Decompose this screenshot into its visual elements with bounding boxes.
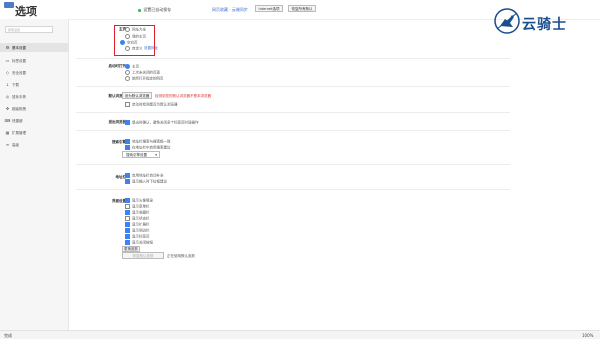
startup-option-1[interactable]: 主页 bbox=[125, 64, 139, 70]
sidebar bbox=[0, 19, 69, 330]
autocomplete-check[interactable]: 启用地址栏自动补全 bbox=[125, 173, 164, 179]
search-suggest-check[interactable]: 在地址栏中启用搜索建议 bbox=[125, 145, 171, 151]
divider bbox=[76, 58, 510, 59]
highlight-box bbox=[114, 25, 155, 56]
exit-confirm-check[interactable]: 退出时确认，避免关闭多个标签页时误操作 bbox=[125, 120, 199, 126]
appearance-check-4[interactable]: 显示状态栏 bbox=[125, 216, 150, 222]
checkbox-checked-icon bbox=[125, 222, 130, 227]
radio-icon bbox=[125, 76, 130, 81]
address-bar-label: 地址栏 bbox=[115, 175, 127, 179]
default-browser-check[interactable]: 启动时检测是否为默认浏览器 bbox=[125, 102, 178, 108]
search-engine-select[interactable]: 搜索引擎设置 ▾ bbox=[122, 151, 160, 158]
divider bbox=[76, 164, 510, 165]
search-sync-check[interactable]: 地址栏搜索与搜索框一致 bbox=[125, 139, 171, 145]
zoom-level[interactable]: 100% bbox=[582, 333, 593, 338]
restore-defaults-button[interactable]: 恢复所有默认 bbox=[288, 5, 316, 12]
check-icon bbox=[138, 8, 141, 12]
settings-search-input[interactable]: 搜索设置 bbox=[5, 26, 53, 33]
startup-option-3[interactable]: 始终打开指定的网页 bbox=[125, 76, 164, 82]
sync-link[interactable]: 网页收藏 · 云端同步 bbox=[212, 7, 248, 13]
appearance-check-6[interactable]: 显示侧边栏 bbox=[125, 228, 150, 234]
appearance-check-5[interactable]: 显示扩展栏 bbox=[125, 222, 150, 228]
appearance-check-7[interactable]: 显示标签页 bbox=[125, 234, 150, 240]
keyboard-icon: ⌨ bbox=[4, 118, 11, 123]
tab-icon: ▭ bbox=[5, 58, 10, 63]
radio-icon bbox=[125, 70, 130, 75]
sidebar-item-advanced[interactable]: ≡ 高级 bbox=[0, 140, 68, 149]
default-browser-warning: 检测到您的默认浏览器不是本浏览器 bbox=[155, 94, 211, 98]
extension-icon: ▦ bbox=[5, 130, 10, 135]
checkbox-checked-icon bbox=[125, 173, 130, 178]
skin-status-text: 正在使用默认皮肤 bbox=[167, 254, 195, 258]
default-browser-label: 默认浏览器 bbox=[108, 94, 127, 98]
dropdown-suggest-check[interactable]: 显示输入时下拉框建议 bbox=[125, 179, 167, 185]
drag-icon: ✥ bbox=[5, 106, 10, 111]
sidebar-item-security[interactable]: ◇ 安全设置 bbox=[0, 68, 68, 77]
sidebar-item-basic[interactable]: ⚙ 基本设置 bbox=[0, 43, 68, 52]
checkbox-checked-icon bbox=[125, 179, 130, 184]
divider bbox=[76, 86, 510, 87]
appearance-check-2[interactable]: 显示菜单栏 bbox=[125, 204, 150, 210]
advanced-icon: ≡ bbox=[5, 142, 10, 147]
knight-logo-icon bbox=[494, 8, 520, 34]
checkbox-icon bbox=[125, 204, 130, 209]
sidebar-item-drag[interactable]: ✥ 超级拖拽 bbox=[0, 104, 68, 113]
checkbox-checked-icon bbox=[125, 198, 130, 203]
divider bbox=[76, 112, 510, 113]
sidebar-item-extensions[interactable]: ▦ 扩展管理 bbox=[0, 128, 68, 137]
checkbox-checked-icon bbox=[125, 210, 130, 215]
divider bbox=[76, 189, 510, 190]
brand-watermark: 云骑士 bbox=[522, 17, 567, 33]
checkbox-checked-icon bbox=[125, 139, 130, 144]
startup-label: 启动时打开 bbox=[108, 64, 127, 68]
sidebar-item-tabs[interactable]: ▭ 标签设置 bbox=[0, 56, 68, 65]
restore-skin-button[interactable]: 恢复默认皮肤 bbox=[122, 252, 164, 259]
appearance-label: 界面设置 bbox=[112, 199, 126, 203]
window-title: 选项 bbox=[15, 5, 37, 18]
appearance-check-1[interactable]: 显示头像登录 bbox=[125, 198, 153, 204]
checkbox-checked-icon bbox=[125, 234, 130, 239]
search-engine-label: 搜索引擎 bbox=[112, 140, 126, 144]
appearance-check-8[interactable]: 显示关闭按钮 bbox=[125, 240, 153, 246]
checkbox-checked-icon bbox=[125, 240, 130, 245]
autosave-status: 设置已自动保存 bbox=[138, 7, 171, 13]
radio-selected-icon bbox=[125, 64, 130, 69]
status-text: 完成 bbox=[4, 333, 12, 338]
download-icon: ↓ bbox=[5, 82, 10, 87]
divider bbox=[76, 130, 510, 131]
set-default-browser-button[interactable]: 设为默认浏览器 bbox=[122, 92, 152, 99]
checkbox-checked-icon bbox=[125, 120, 130, 125]
checkbox-icon bbox=[125, 216, 130, 221]
checkbox-icon bbox=[125, 102, 130, 107]
app-logo bbox=[4, 2, 14, 8]
mouse-icon: ◎ bbox=[5, 94, 10, 99]
gear-icon: ⚙ bbox=[5, 45, 10, 50]
appearance-check-3[interactable]: 显示收藏栏 bbox=[125, 210, 150, 216]
internet-options-button[interactable]: Internet选项 bbox=[255, 5, 283, 12]
sidebar-item-download[interactable]: ↓ 下载 bbox=[0, 80, 68, 89]
checkbox-checked-icon bbox=[125, 228, 130, 233]
sidebar-item-gestures[interactable]: ◎ 鼠标手势 bbox=[0, 92, 68, 101]
shield-icon: ◇ bbox=[5, 70, 10, 75]
chevron-down-icon: ▾ bbox=[155, 153, 157, 157]
exit-label: 退出浏览器 bbox=[108, 120, 127, 124]
checkbox-checked-icon bbox=[125, 145, 130, 150]
startup-option-2[interactable]: 上次未关闭的页面 bbox=[125, 70, 160, 76]
sidebar-item-shortcuts[interactable]: ⌨ 快捷键 bbox=[0, 116, 68, 125]
